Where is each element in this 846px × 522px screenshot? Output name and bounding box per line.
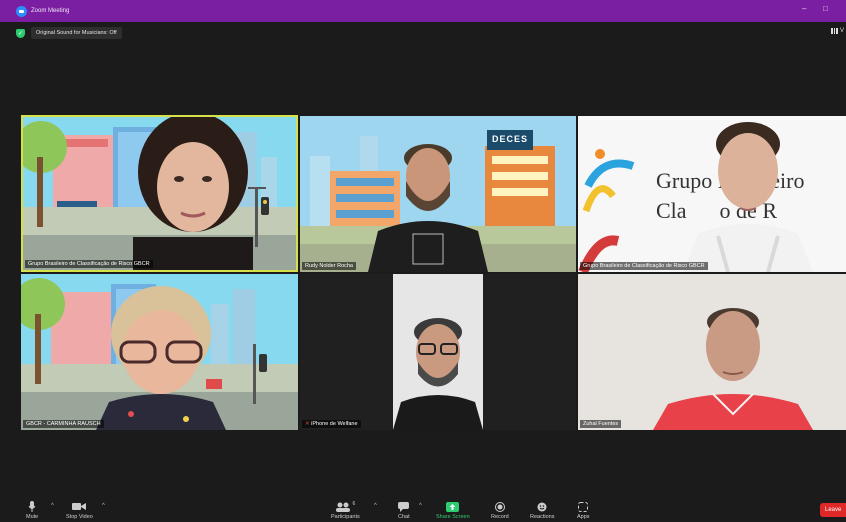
video-tile-6[interactable]: Zuhal Fuentes [578,274,846,430]
mute-label: Mute [26,514,39,520]
participant-name-label: Rudy Nolder Rocha [302,262,356,270]
video-tile-4[interactable]: GBCR - CARMINHA RAUSCH [21,274,298,430]
participant-name-label: ✕ iPhone de Welfane [302,420,361,428]
stop-video-label: Stop Video [66,514,93,520]
participants-icon: 6 [335,501,355,512]
meeting-toolbar: Mute ^ Stop Video ^ 6 Participants ^ Cha… [0,500,846,522]
participants-count: 6 [352,501,356,507]
participants-label: Participants [331,514,360,520]
record-button[interactable]: Record [491,501,509,520]
participant-video-woman [133,117,253,270]
leave-button[interactable]: Leave [820,503,846,517]
video-options-caret[interactable]: ^ [102,503,105,509]
view-button[interactable]: V [831,28,844,34]
meeting-area: ✓ Original Sound for Musicians: Off V Gr… [0,22,846,500]
participant-video-man [368,144,488,272]
participants-button[interactable]: 6 Participants [331,501,360,520]
grid-view-icon [831,28,838,34]
record-icon [494,501,505,512]
participant-video-man [393,274,483,430]
share-screen-icon [446,501,460,512]
audio-options-caret[interactable]: ^ [51,503,54,509]
record-label: Record [491,514,509,520]
reactions-smiley-icon [537,501,547,512]
reactions-label: Reactions [530,514,555,520]
participants-options-caret[interactable]: ^ [374,503,377,509]
apps-icon [578,501,589,512]
minimize-button[interactable]: – [802,4,806,13]
participant-name-label: Grupo Brasileiro de Classificação de Ris… [580,262,708,270]
microphone-icon [28,501,36,512]
chat-bubble-icon [398,501,410,512]
view-label: V [839,28,844,34]
video-tile-5[interactable]: ✕ iPhone de Welfane [300,274,576,430]
participant-name-label: Zuhal Fuentes [580,420,622,428]
participant-video-woman [683,122,813,272]
chat-label: Chat [398,514,410,520]
maximize-button[interactable]: □ [823,4,828,13]
zoom-app-icon [16,5,27,17]
participant-name-label: GBCR - CARMINHA RAUSCH [23,420,104,428]
window-title: Zoom Meeting [31,8,70,14]
video-tile-2[interactable]: DECES Rudy Nolder Rocha [300,116,576,272]
video-tile-1[interactable]: Grupo Brasileiro de Classificação de Ris… [21,115,298,272]
apps-button[interactable]: Apps [577,501,590,520]
reactions-button[interactable]: Reactions [530,501,554,520]
chat-options-caret[interactable]: ^ [419,503,422,509]
apps-label: Apps [577,514,590,520]
participant-name-text: iPhone de Welfane [311,421,358,427]
participant-video-woman [96,286,226,430]
stop-video-button[interactable]: Stop Video [66,501,93,520]
participant-video-man [653,308,813,430]
window-title-bar: Zoom Meeting – □ [0,0,846,22]
mute-button[interactable]: Mute [26,501,38,520]
share-screen-label: Share Screen [436,514,470,520]
participant-name-label: Grupo Brasileiro de Classificação de Ris… [25,260,153,268]
share-screen-button[interactable]: Share Screen [436,501,470,520]
chat-button[interactable]: Chat [398,501,410,520]
muted-microphone-icon: ✕ [305,421,310,427]
video-camera-icon [72,501,87,512]
shield-icon[interactable]: ✓ [16,28,25,38]
video-tile-3[interactable]: Grupo Brasileiro Cla o de R Grupo Brasil… [578,116,846,272]
original-sound-toggle[interactable]: Original Sound for Musicians: Off [31,27,122,39]
